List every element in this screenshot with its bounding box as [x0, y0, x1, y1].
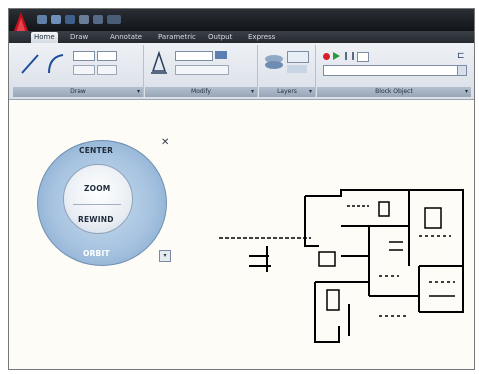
panel-expand-icon[interactable]: ▾ — [251, 89, 254, 95]
ribbon: Draw ▾ Modify ▾ Layers ▾ ⊏ Block Object … — [9, 43, 474, 100]
chevron-down-icon[interactable] — [457, 66, 466, 75]
draw-panel: Draw ▾ — [13, 45, 144, 97]
open-file-icon[interactable] — [51, 15, 61, 24]
tab-parametric[interactable]: Parametric — [155, 32, 199, 43]
wheel-zoom-button[interactable]: ZOOM — [84, 184, 110, 193]
undo-icon[interactable] — [79, 15, 89, 24]
tab-draw[interactable]: Draw — [67, 32, 91, 43]
tab-express[interactable]: Express — [245, 32, 278, 43]
redo-icon[interactable] — [93, 15, 103, 24]
move-tool-icon[interactable] — [149, 51, 169, 75]
chevron-down-icon[interactable]: ▾ — [159, 250, 171, 262]
title-bar — [9, 9, 474, 36]
modify-panel: Modify ▾ — [145, 45, 258, 97]
play-icon[interactable] — [333, 52, 340, 60]
modify-panel-title[interactable]: Modify — [145, 87, 257, 97]
workspace-dropdown-icon[interactable] — [107, 15, 121, 24]
panel-expand-icon[interactable]: ▾ — [309, 89, 312, 95]
hub-divider — [73, 204, 121, 205]
steering-wheel[interactable]: CENTER ZOOM REWIND ORBIT ✕ ▾ — [33, 136, 175, 270]
rectangle-tool-icon[interactable] — [73, 65, 95, 75]
draw-panel-title[interactable]: Draw — [13, 87, 143, 97]
rotate-tool-icon[interactable] — [175, 65, 229, 75]
tab-home[interactable]: Home — [31, 32, 58, 43]
stretch-tool-icon[interactable] — [215, 51, 227, 59]
new-file-icon[interactable] — [37, 15, 47, 24]
panel-expand-icon[interactable]: ▾ — [137, 89, 140, 95]
app-window: Home Draw Annotate Parametric Output Exp… — [8, 8, 475, 370]
wheel-rewind-button[interactable]: REWIND — [78, 215, 114, 224]
panel-expand-icon[interactable]: ▾ — [465, 89, 468, 95]
save-icon[interactable] — [65, 15, 75, 24]
layers-panel-title[interactable]: Layers — [259, 87, 315, 97]
settings-icon[interactable]: ⊏ — [457, 51, 465, 61]
copy-tool-icon[interactable] — [175, 51, 213, 61]
floor-plan-drawing — [219, 189, 464, 343]
hatch-tool-icon[interactable] — [97, 65, 117, 75]
block-panel-title[interactable]: Block Object — [317, 87, 471, 97]
record-icon[interactable] — [323, 53, 330, 60]
polyline-tool-icon[interactable] — [45, 51, 67, 77]
layer-state-icon[interactable] — [287, 51, 309, 63]
layer-properties-icon[interactable] — [263, 53, 285, 73]
line-tool-icon[interactable] — [19, 51, 41, 77]
block-panel: ⊏ Block Object ▾ — [317, 45, 471, 97]
pause-icon[interactable] — [345, 52, 354, 60]
layers-panel: Layers ▾ — [259, 45, 316, 97]
tab-annotate[interactable]: Annotate — [107, 32, 145, 43]
close-icon[interactable]: ✕ — [161, 138, 169, 148]
ribbon-tab-bar: Home Draw Annotate Parametric Output Exp… — [9, 31, 474, 43]
layer-dropdown-icon[interactable] — [287, 65, 307, 73]
block-dropdown-field[interactable] — [323, 65, 467, 76]
circle-tool-icon[interactable] — [73, 51, 95, 61]
drawing-canvas[interactable]: CENTER ZOOM REWIND ORBIT ✕ ▾ — [9, 100, 474, 369]
arc-tool-icon[interactable] — [97, 51, 117, 61]
wheel-orbit-button[interactable]: ORBIT — [83, 249, 110, 258]
step-icon[interactable] — [357, 52, 369, 62]
wheel-center-button[interactable]: CENTER — [79, 146, 113, 155]
tab-output[interactable]: Output — [205, 32, 235, 43]
